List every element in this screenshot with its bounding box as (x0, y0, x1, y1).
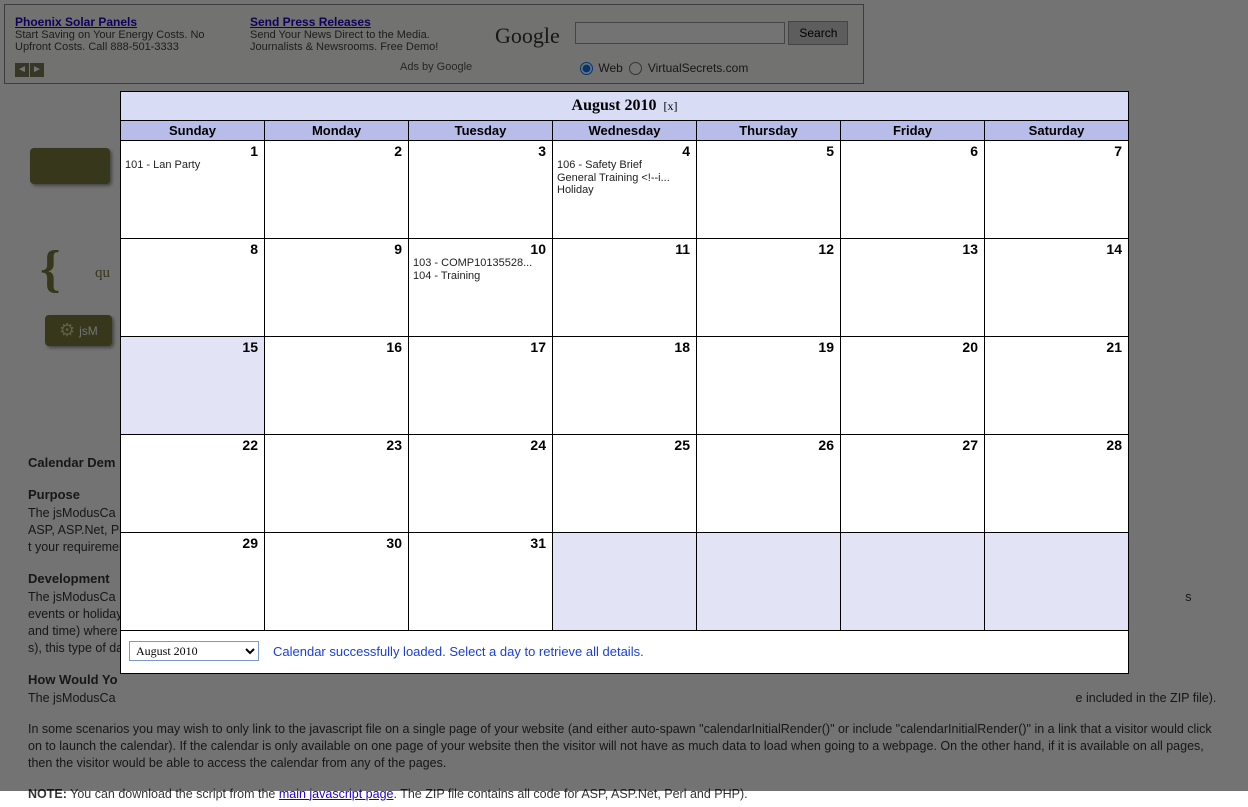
day-number: 10 (530, 241, 546, 257)
day-number: 25 (674, 437, 690, 453)
calendar-cell[interactable]: 14 (985, 239, 1128, 337)
day-number: 13 (962, 241, 978, 257)
day-number: 1 (250, 143, 258, 159)
calendar-footer: August 2010 Calendar successfully loaded… (121, 631, 1128, 673)
day-number: 4 (682, 143, 690, 159)
calendar-header-saturday: Saturday (985, 121, 1128, 141)
calendar-header-tuesday: Tuesday (409, 121, 553, 141)
day-number: 23 (386, 437, 402, 453)
event-item[interactable]: 106 - Safety Brief (557, 159, 692, 172)
day-events: 101 - Lan Party (125, 159, 260, 172)
calendar-title: August 2010 (572, 97, 657, 114)
calendar-cell[interactable]: 10103 - COMP10135528...104 - Training (409, 239, 553, 337)
calendar-cell[interactable]: 3 (409, 141, 553, 239)
day-events: 103 - COMP10135528...104 - Training (413, 257, 548, 282)
calendar-cell[interactable]: 11 (553, 239, 697, 337)
calendar-cell[interactable] (553, 533, 697, 631)
day-events: 106 - Safety BriefGeneral Training <!--i… (557, 159, 692, 197)
day-number: 9 (394, 241, 402, 257)
calendar-row: 1101 - Lan Party 2 3 4106 - Safety BriefGen… (121, 141, 1128, 239)
day-number: 29 (242, 535, 258, 551)
day-number: 22 (242, 437, 258, 453)
day-number: 28 (1106, 437, 1122, 453)
calendar-cell[interactable]: 16 (265, 337, 409, 435)
day-number: 19 (818, 339, 834, 355)
calendar-cell[interactable]: 9 (265, 239, 409, 337)
month-select[interactable]: August 2010 (129, 641, 259, 661)
calendar-cell[interactable]: 31 (409, 533, 553, 631)
day-number: 15 (242, 339, 258, 355)
day-number: 30 (386, 535, 402, 551)
day-number: 24 (530, 437, 546, 453)
event-item[interactable]: Holiday (557, 184, 692, 197)
day-number: 20 (962, 339, 978, 355)
calendar-row: 8910103 - COMP10135528...104 - Training1… (121, 239, 1128, 337)
calendar-cell[interactable]: 15 (121, 337, 265, 435)
calendar-row: 15 16 17 18 19 20 21 (121, 337, 1128, 435)
calendar-cell[interactable]: 1101 - Lan Party (121, 141, 265, 239)
calendar-row: 29 30 31 (121, 533, 1128, 631)
calendar-cell[interactable]: 28 (985, 435, 1128, 533)
day-number: 12 (818, 241, 834, 257)
day-number: 3 (538, 143, 546, 159)
event-item[interactable]: 104 - Training (413, 270, 548, 283)
day-number: 11 (675, 241, 690, 257)
calendar-cell[interactable]: 22 (121, 435, 265, 533)
calendar-cell[interactable]: 23 (265, 435, 409, 533)
calendar-header-thursday: Thursday (697, 121, 841, 141)
calendar-cell[interactable]: 12 (697, 239, 841, 337)
event-item[interactable]: 103 - COMP10135528... (413, 257, 548, 270)
day-number: 26 (818, 437, 834, 453)
calendar-cell[interactable]: 7 (985, 141, 1128, 239)
calendar-cell[interactable]: 8 (121, 239, 265, 337)
day-number: 18 (674, 339, 690, 355)
calendar-cell[interactable]: 18 (553, 337, 697, 435)
calendar-close-button[interactable]: [x] (663, 99, 677, 113)
calendar-header-wednesday: Wednesday (553, 121, 697, 141)
calendar-cell[interactable]: 26 (697, 435, 841, 533)
calendar-header-row: SundayMondayTuesdayWednesdayThursdayFrid… (121, 121, 1128, 141)
calendar-cell[interactable]: 29 (121, 533, 265, 631)
calendar-cell[interactable]: 6 (841, 141, 985, 239)
event-item[interactable]: 101 - Lan Party (125, 159, 260, 172)
calendar-cell[interactable]: 5 (697, 141, 841, 239)
calendar-cell[interactable]: 2 (265, 141, 409, 239)
calendar-cell[interactable]: 17 (409, 337, 553, 435)
calendar-cell[interactable]: 27 (841, 435, 985, 533)
calendar-cell[interactable]: 20 (841, 337, 985, 435)
calendar-header-monday: Monday (265, 121, 409, 141)
calendar-cell[interactable]: 13 (841, 239, 985, 337)
day-number: 27 (962, 437, 978, 453)
calendar-header-sunday: Sunday (121, 121, 265, 141)
day-number: 21 (1106, 339, 1122, 355)
calendar-cell[interactable]: 25 (553, 435, 697, 533)
calendar-cell[interactable] (697, 533, 841, 631)
calendar-title-bar: August 2010 [x] (121, 92, 1128, 121)
calendar-cell[interactable] (841, 533, 985, 631)
calendar-cell[interactable]: 24 (409, 435, 553, 533)
day-number: 6 (970, 143, 978, 159)
calendar-body: 1101 - Lan Party234106 - Safety BriefGen… (121, 141, 1128, 631)
calendar-row: 22 23 24 25 26 27 28 (121, 435, 1128, 533)
calendar-modal: August 2010 [x] SundayMondayTuesdayWedne… (120, 91, 1129, 674)
calendar-status: Calendar successfully loaded. Select a d… (273, 644, 644, 659)
day-number: 31 (530, 535, 546, 551)
event-item[interactable]: General Training <!--i... (557, 172, 692, 185)
day-number: 14 (1106, 241, 1122, 257)
calendar-cell[interactable]: 21 (985, 337, 1128, 435)
day-number: 5 (826, 143, 834, 159)
calendar-cell[interactable]: 4106 - Safety BriefGeneral Training <!--… (553, 141, 697, 239)
calendar-cell[interactable]: 19 (697, 337, 841, 435)
calendar-cell[interactable]: 30 (265, 533, 409, 631)
day-number: 2 (394, 143, 402, 159)
calendar-cell[interactable] (985, 533, 1128, 631)
day-number: 7 (1114, 143, 1122, 159)
day-number: 16 (386, 339, 402, 355)
day-number: 8 (250, 241, 258, 257)
calendar-header-friday: Friday (841, 121, 985, 141)
day-number: 17 (530, 339, 546, 355)
